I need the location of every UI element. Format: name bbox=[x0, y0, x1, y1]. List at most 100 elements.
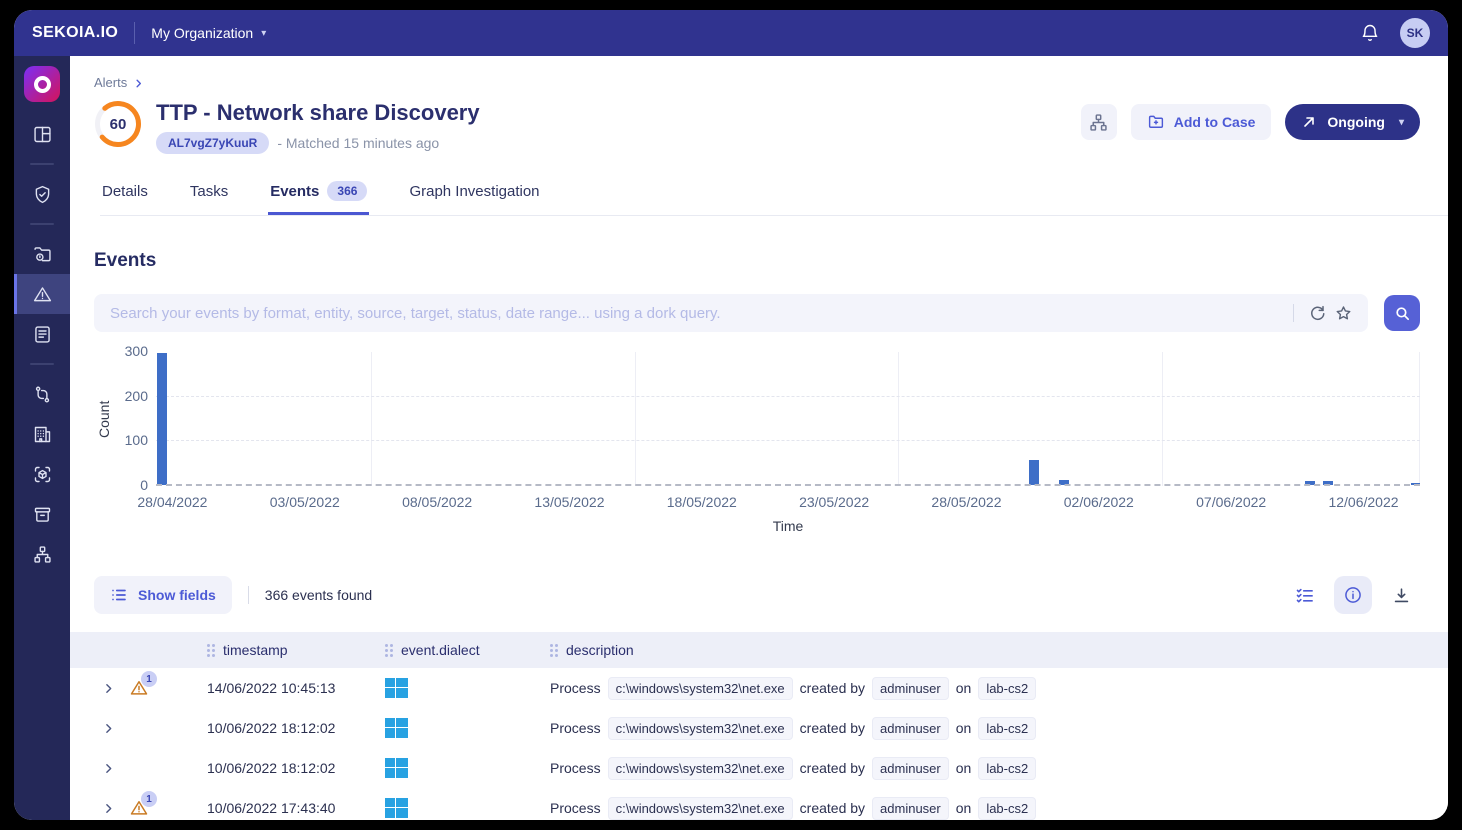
events-found-count: 366 events found bbox=[265, 587, 372, 603]
events-table: timestamp event.dialect description 1 14… bbox=[70, 632, 1448, 820]
table-row[interactable]: 1 10/06/2022 17:43:40 Processc:\windows\… bbox=[70, 788, 1448, 820]
folder-search-icon bbox=[32, 244, 53, 265]
drag-handle-icon[interactable] bbox=[550, 644, 558, 657]
sidebar-item-alerts[interactable] bbox=[14, 274, 70, 314]
x-tick-label: 12/06/2022 bbox=[1328, 494, 1398, 510]
organization-name: My Organization bbox=[151, 25, 253, 41]
download-button[interactable] bbox=[1382, 576, 1420, 614]
sidebar-item-sandbox[interactable] bbox=[14, 454, 70, 494]
column-header-event-dialect[interactable]: event.dialect bbox=[385, 642, 550, 658]
chart-gridline bbox=[156, 440, 1420, 441]
matched-timestamp: - Matched 15 minutes ago bbox=[277, 135, 439, 151]
process-path-chip[interactable]: c:\windows\system32\net.exe bbox=[608, 717, 793, 740]
x-tick-label: 18/05/2022 bbox=[667, 494, 737, 510]
expand-row-icon[interactable] bbox=[102, 682, 115, 695]
table-row[interactable]: 1 14/06/2022 10:45:13 Processc:\windows\… bbox=[70, 668, 1448, 708]
process-path-chip[interactable]: c:\windows\system32\net.exe bbox=[608, 677, 793, 700]
process-path-chip[interactable]: c:\windows\system32\net.exe bbox=[608, 757, 793, 780]
breadcrumb[interactable]: Alerts bbox=[94, 74, 1420, 90]
user-avatar[interactable]: SK bbox=[1400, 18, 1430, 48]
column-header-timestamp[interactable]: timestamp bbox=[207, 642, 385, 658]
user-chip[interactable]: adminuser bbox=[872, 717, 949, 740]
sidebar-divider bbox=[30, 223, 54, 225]
show-fields-button[interactable]: Show fields bbox=[94, 576, 232, 614]
chart-bar bbox=[1029, 460, 1039, 485]
sidebar-item-rules[interactable] bbox=[14, 314, 70, 354]
warning-count-badge: 1 bbox=[141, 671, 157, 687]
download-icon bbox=[1392, 586, 1411, 605]
drag-handle-icon[interactable] bbox=[385, 644, 393, 657]
column-header-description[interactable]: description bbox=[550, 642, 1448, 658]
favorite-query-button[interactable] bbox=[1330, 300, 1356, 326]
events-count-badge: 366 bbox=[327, 181, 367, 201]
alert-id-badge[interactable]: AL7vgZ7yKuuR bbox=[156, 132, 269, 154]
star-icon bbox=[1334, 304, 1353, 323]
chart-bar bbox=[1305, 481, 1315, 485]
x-tick-label: 13/05/2022 bbox=[534, 494, 604, 510]
chevron-right-icon bbox=[133, 77, 144, 88]
host-chip[interactable]: lab-cs2 bbox=[978, 797, 1036, 820]
info-button[interactable] bbox=[1334, 576, 1372, 614]
chevron-down-icon: ▾ bbox=[1399, 117, 1404, 128]
info-icon bbox=[1343, 585, 1363, 605]
host-chip[interactable]: lab-cs2 bbox=[978, 717, 1036, 740]
expand-row-icon[interactable] bbox=[102, 722, 115, 735]
folder-plus-icon bbox=[1147, 113, 1165, 131]
sidebar-item-operations[interactable] bbox=[14, 534, 70, 574]
chart-bar bbox=[1323, 481, 1333, 485]
drag-handle-icon[interactable] bbox=[207, 644, 215, 657]
row-timestamp: 14/06/2022 10:45:13 bbox=[207, 680, 385, 696]
windows-logo-icon bbox=[385, 798, 408, 818]
search-input[interactable] bbox=[110, 305, 1283, 322]
x-axis-label: Time bbox=[156, 516, 1420, 538]
list-icon bbox=[110, 586, 128, 604]
organization-selector[interactable]: My Organization ▾ bbox=[151, 25, 266, 41]
breadcrumb-alerts-link[interactable]: Alerts bbox=[94, 75, 127, 90]
search-submit-button[interactable] bbox=[1384, 295, 1420, 331]
tab-details[interactable]: Details bbox=[100, 172, 150, 215]
tab-tasks[interactable]: Tasks bbox=[188, 172, 230, 215]
chart-gridline bbox=[898, 352, 899, 486]
search-box bbox=[94, 294, 1368, 332]
tab-events[interactable]: Events366 bbox=[268, 172, 369, 215]
y-axis: 0100200300 bbox=[114, 352, 156, 486]
add-to-case-label: Add to Case bbox=[1174, 114, 1256, 130]
table-header: timestamp event.dialect description bbox=[70, 632, 1448, 668]
graph-view-button[interactable] bbox=[1081, 104, 1117, 140]
host-chip[interactable]: lab-cs2 bbox=[978, 677, 1036, 700]
sidebar bbox=[14, 56, 70, 820]
dashboard-icon bbox=[32, 124, 53, 145]
table-row[interactable]: 10/06/2022 18:12:02 Processc:\windows\sy… bbox=[70, 708, 1448, 748]
user-chip[interactable]: adminuser bbox=[872, 757, 949, 780]
process-path-chip[interactable]: c:\windows\system32\net.exe bbox=[608, 797, 793, 820]
sidebar-item-intelligence[interactable] bbox=[14, 414, 70, 454]
main-content: Alerts 60 TTP - Network share Discovery … bbox=[70, 56, 1448, 820]
table-row[interactable]: 10/06/2022 18:12:02 Processc:\windows\sy… bbox=[70, 748, 1448, 788]
document-list-icon bbox=[32, 324, 53, 345]
building-icon bbox=[32, 424, 53, 445]
x-tick-label: 23/05/2022 bbox=[799, 494, 869, 510]
tab-graph-investigation[interactable]: Graph Investigation bbox=[407, 172, 541, 215]
sidebar-item-dashboard[interactable] bbox=[14, 114, 70, 154]
expand-row-icon[interactable] bbox=[102, 762, 115, 775]
refresh-button[interactable] bbox=[1304, 300, 1330, 326]
chevron-down-icon: ▾ bbox=[261, 28, 266, 39]
archive-box-icon bbox=[32, 504, 53, 525]
x-tick-label: 03/05/2022 bbox=[270, 494, 340, 510]
notifications-bell-icon[interactable] bbox=[1360, 23, 1380, 43]
sidebar-item-integrations[interactable] bbox=[14, 374, 70, 414]
add-to-case-button[interactable]: Add to Case bbox=[1131, 104, 1272, 140]
user-chip[interactable]: adminuser bbox=[872, 677, 949, 700]
user-chip[interactable]: adminuser bbox=[872, 797, 949, 820]
sidebar-item-protect[interactable] bbox=[14, 174, 70, 214]
sidebar-item-cases[interactable] bbox=[14, 234, 70, 274]
sekoia-logo-icon[interactable] bbox=[24, 66, 60, 102]
row-description: Processc:\windows\system32\net.execreate… bbox=[550, 757, 1448, 780]
select-columns-button[interactable] bbox=[1286, 576, 1324, 614]
shield-check-icon bbox=[32, 184, 53, 205]
status-dropdown-button[interactable]: Ongoing ▾ bbox=[1285, 104, 1420, 140]
sidebar-item-archive[interactable] bbox=[14, 494, 70, 534]
host-chip[interactable]: lab-cs2 bbox=[978, 757, 1036, 780]
windows-logo-icon bbox=[385, 678, 408, 698]
expand-row-icon[interactable] bbox=[102, 802, 115, 815]
